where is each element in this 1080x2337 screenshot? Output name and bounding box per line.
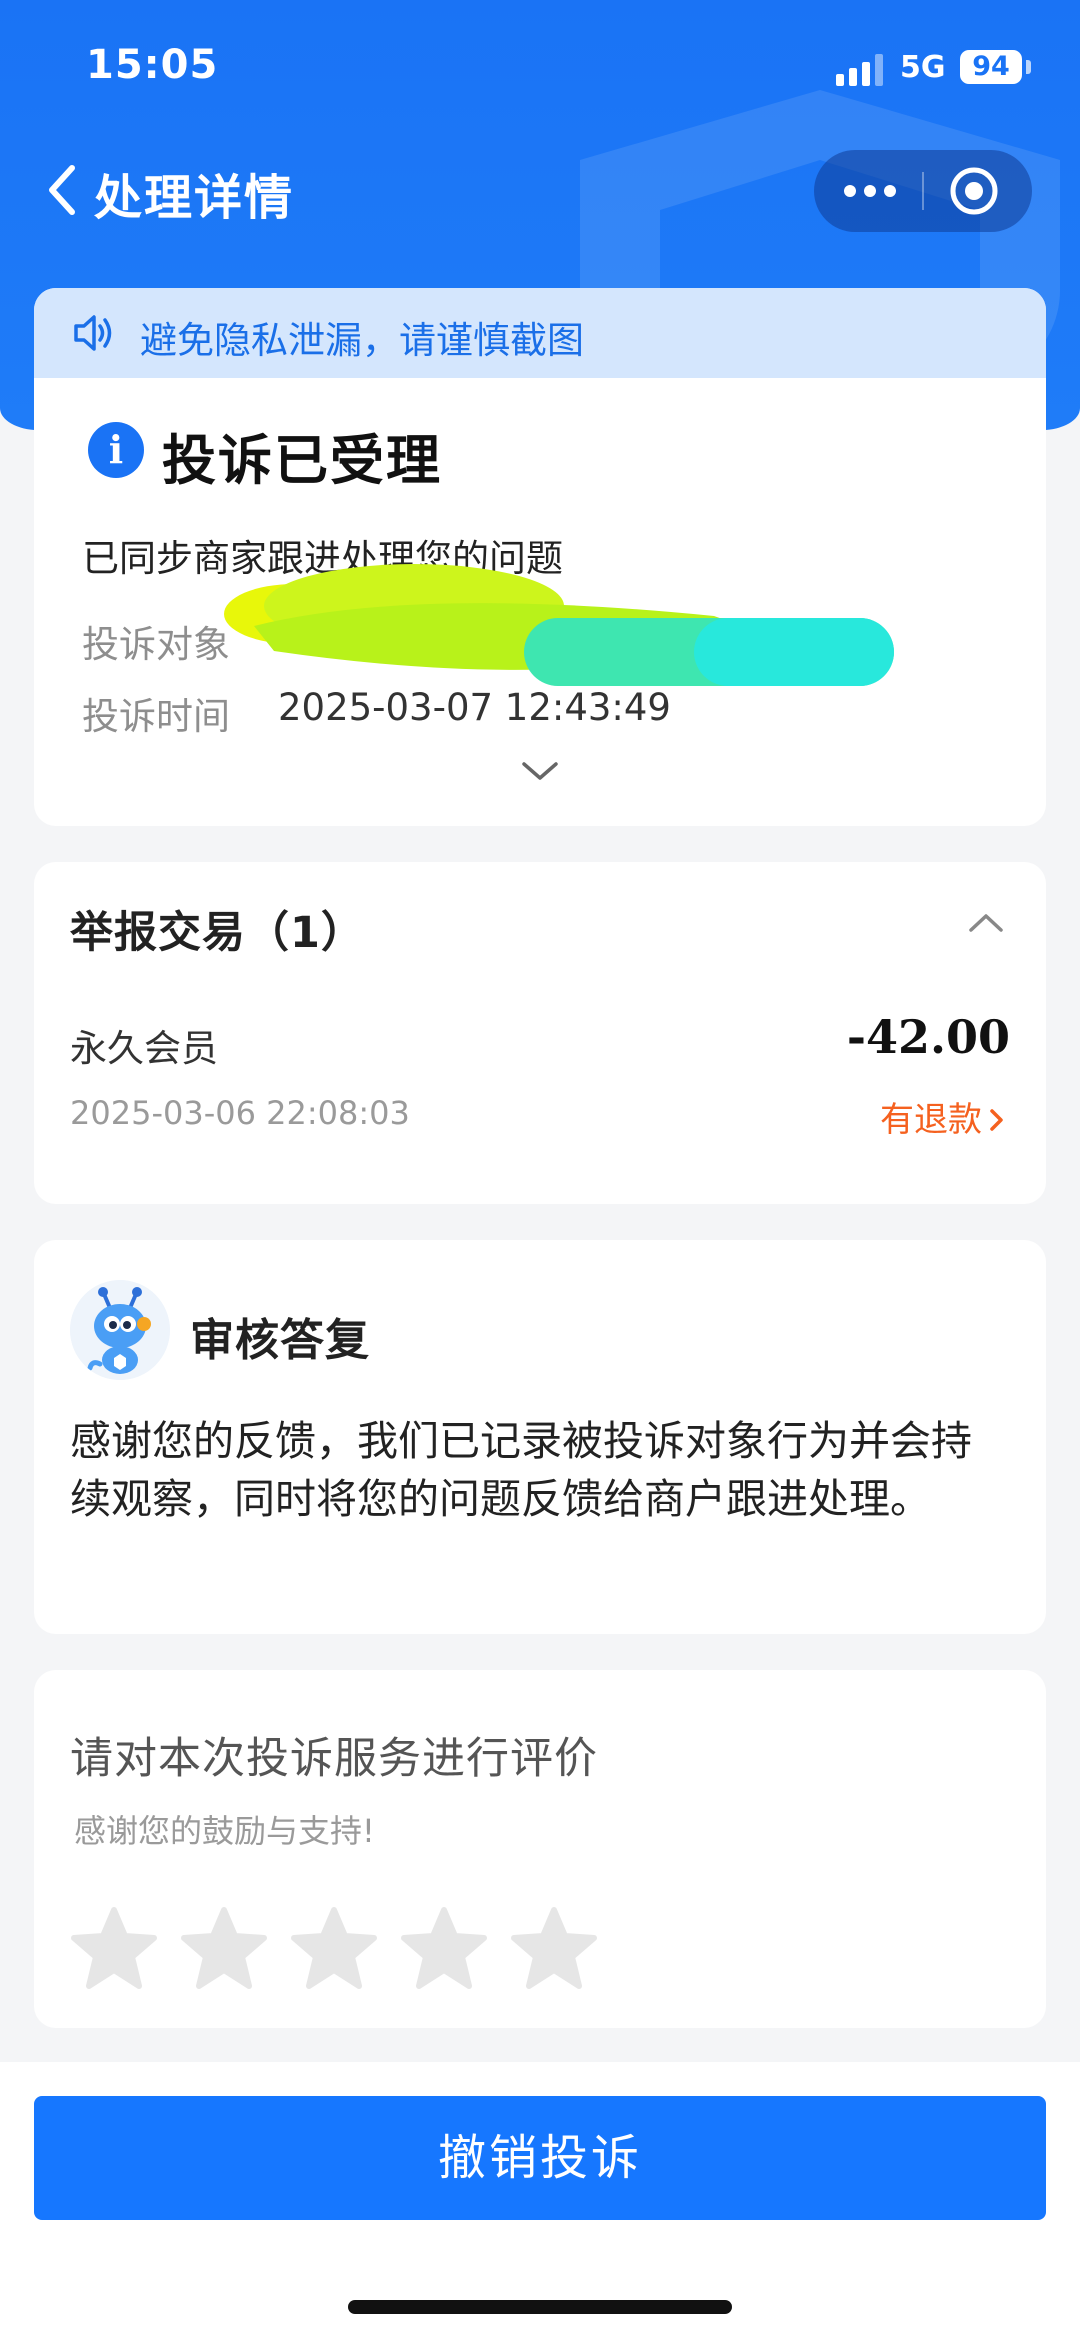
battery-level: 94 (960, 50, 1022, 84)
transaction-time: 2025-03-06 22:08:03 (70, 1094, 410, 1132)
chevron-up-icon[interactable] (966, 908, 1006, 936)
privacy-notice: 避免隐私泄漏，请谨慎截图 (34, 288, 1046, 378)
mini-program-capsule (814, 150, 1032, 232)
star-icon[interactable] (510, 1906, 598, 1990)
more-dots-icon[interactable] (814, 150, 922, 232)
service-rating-card: 请对本次投诉服务进行评价 感谢您的鼓励与支持! (34, 1670, 1046, 2028)
chevron-left-icon[interactable] (42, 160, 82, 220)
complaint-status-card: 避免隐私泄漏，请谨慎截图 i 投诉已受理 已同步商家跟进处理您的问题 投诉对象 … (34, 288, 1046, 826)
star-icon[interactable] (180, 1906, 268, 1990)
refund-status-link[interactable]: 有退款 (880, 1092, 1006, 1141)
robot-ant-avatar-icon (70, 1280, 170, 1380)
review-body: 感谢您的反馈，我们已记录被投诉对象行为并会持续观察，同时将您的问题反馈给商户跟进… (70, 1417, 972, 1523)
complaint-target-label: 投诉对象 (82, 623, 230, 666)
transaction-name: 永久会员 (70, 1027, 218, 1070)
star-icon[interactable] (400, 1906, 488, 1990)
cancel-complaint-button[interactable]: 撤销投诉 (34, 2096, 1046, 2220)
status-time: 15:05 (86, 42, 219, 88)
status-bar: 15:05 5G 94 (0, 0, 1080, 130)
redaction-scribble (224, 564, 894, 686)
target-icon[interactable] (924, 150, 1032, 232)
info-icon: i (88, 422, 144, 478)
star-rating (70, 1906, 670, 1996)
page-title: 处理详情 (94, 170, 295, 226)
home-indicator (348, 2300, 732, 2314)
transactions-title: 举报交易（1） (70, 908, 365, 958)
review-reply-card: 审核答复 感谢您的反馈，我们已记录被投诉对象行为并会持续观察，同时将您的问题反馈… (34, 1240, 1046, 1634)
chevron-right-icon (990, 1109, 1003, 1131)
rating-title: 请对本次投诉服务进行评价 (70, 1734, 598, 1784)
star-icon[interactable] (70, 1906, 158, 1990)
privacy-notice-text: 避免隐私泄漏，请谨慎截图 (140, 319, 584, 362)
signal-icon (836, 54, 883, 86)
complaint-time-value: 2025-03-07 12:43:49 (278, 686, 671, 729)
refund-status-text: 有退款 (880, 1100, 982, 1140)
bottom-action-bar: 撤销投诉 (0, 2062, 1080, 2337)
page: 15:05 5G 94 处理详情 避免隐私泄漏，请谨慎截图 i 投诉已受理 已同… (0, 0, 1080, 2337)
review-title: 审核答复 (190, 1315, 370, 1366)
status-title: 投诉已受理 (162, 429, 442, 492)
complaint-time-label: 投诉时间 (82, 695, 230, 738)
speaker-icon (74, 315, 112, 351)
transaction-amount: -42.00 (846, 1010, 1010, 1064)
chevron-down-icon[interactable] (518, 756, 562, 786)
reported-transactions-card: 举报交易（1） 永久会员 -42.00 2025-03-06 22:08:03 … (34, 862, 1046, 1204)
star-icon[interactable] (290, 1906, 378, 1990)
rating-subtitle: 感谢您的鼓励与支持! (74, 1812, 375, 1850)
battery-tip (1026, 60, 1031, 74)
network-type: 5G (900, 50, 946, 85)
